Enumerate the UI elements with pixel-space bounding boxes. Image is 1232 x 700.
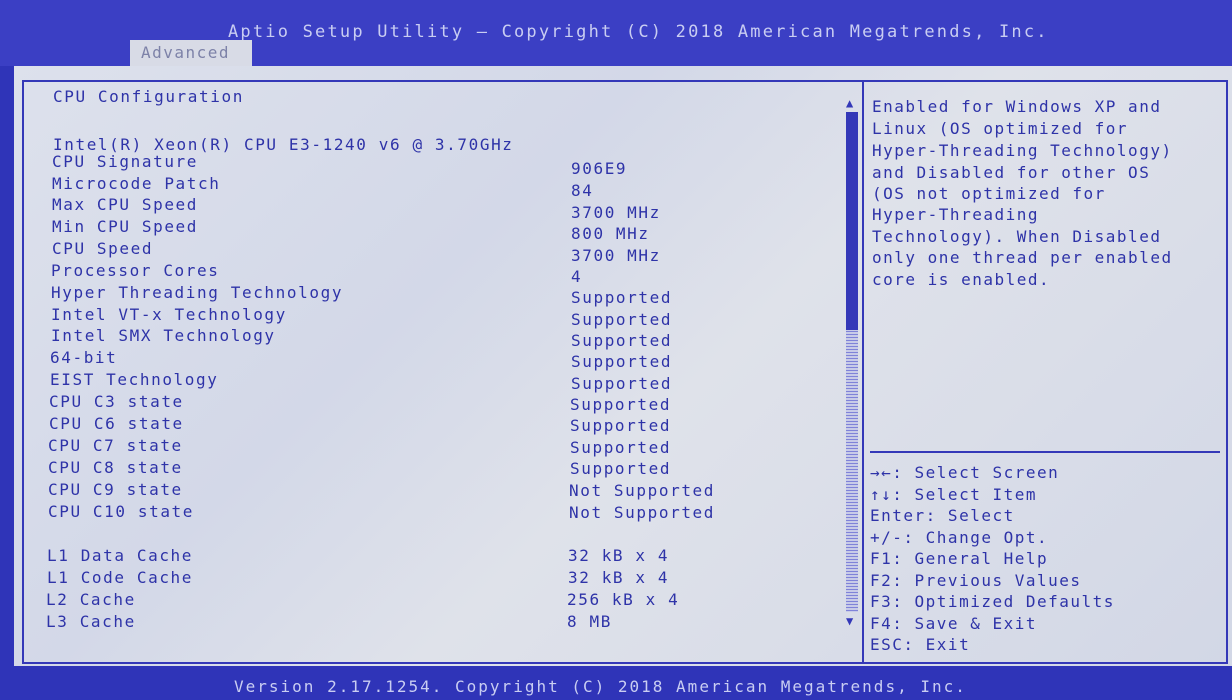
row-label-l3-cache: L3 Cache [46, 612, 136, 631]
row-value-processor-cores: 4 [571, 267, 583, 286]
row-label-intel-smx: Intel SMX Technology [51, 326, 276, 345]
row-value-c3-state: Supported [570, 395, 672, 414]
row-value-64-bit: Supported [571, 352, 673, 371]
help-line: core is enabled. [872, 270, 1051, 289]
row-label-processor-cores: Processor Cores [51, 261, 220, 280]
app-title: Aptio Setup Utility – Copyright (C) 2018… [228, 22, 1049, 42]
help-line: Enabled for Windows XP and [872, 97, 1162, 116]
key-hint-esc-exit: ESC: Exit [870, 635, 971, 654]
panel-divider [862, 82, 864, 664]
tab-advanced[interactable]: Advanced [130, 40, 252, 66]
row-label-c10-state: CPU C10 state [48, 502, 195, 521]
key-hint-previous-values: F2: Previous Values [870, 571, 1082, 590]
help-line: (OS not optimized for [872, 184, 1106, 203]
section-title: CPU Configuration [53, 87, 244, 106]
scrollbar-thumb[interactable] [846, 112, 858, 330]
row-label-max-cpu-speed: Max CPU Speed [52, 195, 199, 214]
row-value-microcode-patch: 84 [571, 181, 594, 200]
scroll-up-arrow-icon[interactable]: ▲ [846, 96, 853, 110]
row-value-intel-vtx: Supported [571, 310, 673, 329]
row-value-hyper-threading: Supported [571, 288, 673, 307]
row-label-min-cpu-speed: Min CPU Speed [52, 217, 199, 236]
key-hint-change-opt: +/-: Change Opt. [870, 528, 1049, 547]
row-label-c3-state: CPU C3 state [49, 392, 184, 411]
row-value-c9-state: Not Supported [569, 481, 716, 500]
row-label-hyper-threading[interactable]: Hyper Threading Technology [51, 283, 343, 302]
help-line: and Disabled for other OS [872, 163, 1151, 182]
row-value-eist: Supported [571, 374, 673, 393]
key-hint-save-exit: F4: Save & Exit [870, 614, 1037, 633]
row-label-l2-cache: L2 Cache [46, 590, 136, 609]
row-value-c7-state: Supported [570, 438, 672, 457]
row-label-c9-state: CPU C9 state [48, 480, 183, 499]
help-line: Hyper-Threading Technology) [872, 141, 1173, 160]
scroll-down-arrow-icon[interactable]: ▼ [846, 614, 853, 628]
row-value-max-cpu-speed: 3700 MHz [571, 203, 661, 222]
row-value-min-cpu-speed: 800 MHz [571, 224, 650, 243]
row-value-intel-smx: Supported [571, 331, 673, 350]
key-hint-optimized-defaults: F3: Optimized Defaults [870, 592, 1115, 611]
row-label-c7-state: CPU C7 state [48, 436, 183, 455]
help-line: Hyper-Threading [872, 205, 1039, 224]
row-value-cpu-signature: 906E9 [571, 159, 628, 178]
row-label-l1-code-cache: L1 Code Cache [47, 568, 194, 587]
row-label-cpu-signature: CPU Signature [52, 152, 199, 171]
row-label-cpu-speed: CPU Speed [52, 239, 154, 258]
row-value-l1-code-cache: 32 kB x 4 [568, 568, 670, 587]
row-label-l1-data-cache: L1 Data Cache [47, 546, 194, 565]
help-line: only one thread per enabled [872, 248, 1173, 267]
footer-version-text: Version 2.17.1254. Copyright (C) 2018 Am… [234, 677, 967, 696]
row-label-intel-vtx: Intel VT-x Technology [51, 305, 287, 324]
bios-screen: Aptio Setup Utility – Copyright (C) 2018… [0, 0, 1232, 700]
help-line: Linux (OS optimized for [872, 119, 1129, 138]
row-value-cpu-speed: 3700 MHz [571, 246, 661, 265]
row-label-eist: EIST Technology [50, 370, 219, 389]
row-value-l3-cache: 8 MB [567, 612, 612, 631]
row-label-c8-state: CPU C8 state [48, 458, 183, 477]
row-value-l1-data-cache: 32 kB x 4 [568, 546, 670, 565]
row-value-c10-state: Not Supported [569, 503, 716, 522]
key-hint-general-help: F1: General Help [870, 549, 1049, 568]
row-label-c6-state: CPU C6 state [49, 414, 184, 433]
key-hint-select-screen: →←: Select Screen [870, 463, 1060, 482]
key-hint-enter: Enter: Select [870, 506, 1015, 525]
key-hint-select-item: ↑↓: Select Item [870, 485, 1037, 504]
row-value-c8-state: Supported [570, 459, 672, 478]
row-label-microcode-patch: Microcode Patch [52, 174, 221, 193]
help-line: Technology). When Disabled [872, 227, 1162, 246]
row-value-l2-cache: 256 kB x 4 [567, 590, 680, 609]
help-divider [870, 451, 1220, 453]
row-value-c6-state: Supported [570, 416, 672, 435]
row-label-64-bit: 64-bit [50, 348, 118, 367]
